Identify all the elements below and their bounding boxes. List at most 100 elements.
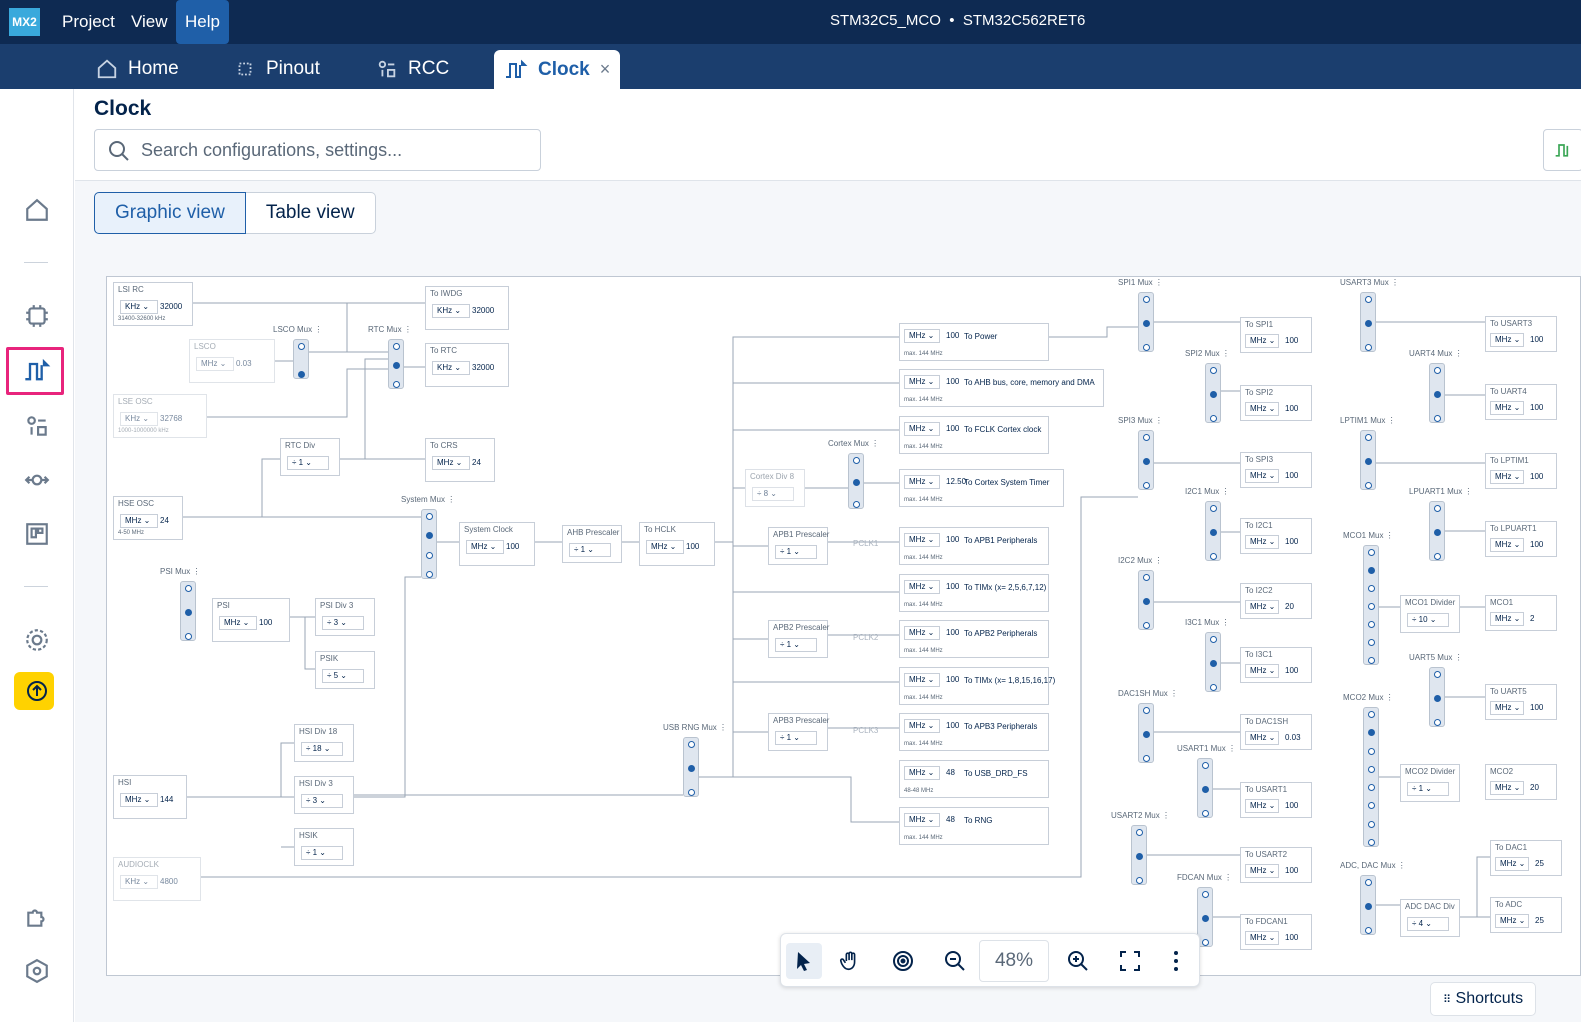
i2c1-mux-radio[interactable]: [1210, 529, 1217, 536]
lsco-mux-radio[interactable]: [298, 371, 305, 378]
spi1-mux-radio[interactable]: [1143, 296, 1150, 303]
spi2-mux-radio[interactable]: [1210, 415, 1217, 422]
output-9[interactable]: MHz ⌄ 48 To USB_DRD_FS 48-48 MHz: [899, 760, 1049, 798]
lse-osc[interactable]: LSE OSC KHz ⌄ 32768 1000-1000000 kHz: [113, 394, 207, 438]
i3c1-mux-radio[interactable]: [1210, 684, 1217, 691]
tab-rcc[interactable]: RCC: [376, 58, 449, 80]
cortex-mux-radio[interactable]: [853, 479, 860, 486]
lptim1-mux-radio[interactable]: [1365, 482, 1372, 489]
lsco[interactable]: LSCO MHz ⌄ 0.03: [189, 339, 275, 383]
mco2-divider[interactable]: MCO2 Divider ÷ 1 ⌄: [1400, 764, 1460, 802]
periph-14[interactable]: MCO1 MHz ⌄ 2: [1485, 595, 1557, 631]
system-mux[interactable]: [421, 509, 437, 579]
to-iwdg[interactable]: To IWDG KHz ⌄ 32000: [425, 286, 509, 330]
mco2-mux-radio[interactable]: [1368, 729, 1375, 737]
mco2-mux-radio[interactable]: [1368, 802, 1375, 810]
usart3-mux-radio[interactable]: [1365, 344, 1372, 351]
mco1-divider[interactable]: MCO1 Divider ÷ 10 ⌄: [1400, 595, 1460, 633]
periph-9[interactable]: To FDCAN1 MHz ⌄ 100: [1240, 914, 1312, 950]
rtc-mux-radio[interactable]: [393, 381, 400, 388]
mco1-mux-radio[interactable]: [1368, 657, 1375, 664]
psi-mux-radio[interactable]: [185, 585, 192, 592]
usart1-mux-radio[interactable]: [1202, 810, 1209, 817]
uart5-mux[interactable]: [1429, 667, 1445, 727]
sidebar-settings-gear-icon[interactable]: [22, 625, 52, 655]
lpuart1-mux-radio[interactable]: [1434, 505, 1441, 512]
output-1[interactable]: MHz ⌄ 100 To AHB bus, core, memory and DMA…: [899, 369, 1104, 407]
dac1sh-mux[interactable]: [1138, 703, 1154, 763]
sidebar-clock-icon[interactable]: [22, 356, 52, 386]
lptim1-mux-radio[interactable]: [1365, 458, 1372, 465]
tab-pinout[interactable]: Pinout: [234, 58, 320, 80]
cortex-mux-radio[interactable]: [853, 457, 860, 464]
menu-view[interactable]: View: [131, 0, 168, 44]
lpuart1-mux-radio[interactable]: [1434, 529, 1441, 536]
rtc-div[interactable]: RTC Div ÷ 1 ⌄: [280, 438, 340, 476]
periph-10[interactable]: To USART3 MHz ⌄ 100: [1485, 316, 1557, 352]
graphic-view-button[interactable]: Graphic view: [94, 192, 246, 234]
spi3-mux[interactable]: [1138, 430, 1154, 490]
sidebar-plugin-icon[interactable]: [22, 902, 52, 932]
apb2-prescaler[interactable]: APB2 Prescaler ÷ 1 ⌄: [768, 620, 829, 658]
cortex-mux-radio[interactable]: [853, 501, 860, 508]
lsi-rc[interactable]: LSI RC KHz ⌄ 32000 31400-32600 kHz: [113, 282, 193, 326]
menu-help[interactable]: Help: [176, 0, 229, 44]
i2c2-mux[interactable]: [1138, 570, 1154, 630]
more-options-icon[interactable]: [1158, 943, 1194, 979]
periph-8[interactable]: To USART2 MHz ⌄ 100: [1240, 847, 1312, 883]
apb1-prescaler[interactable]: APB1 Prescaler ÷ 1 ⌄: [768, 527, 829, 565]
usb-rng-mux-radio[interactable]: [688, 741, 695, 748]
mco2-mux[interactable]: [1363, 707, 1379, 847]
output-2[interactable]: MHz ⌄ 100 To FCLK Cortex clock max. 144 MHz: [899, 416, 1049, 454]
mco2-mux-radio[interactable]: [1368, 784, 1375, 792]
mco1-mux-radio[interactable]: [1368, 549, 1375, 556]
usart2-mux-radio[interactable]: [1136, 829, 1143, 836]
uart5-mux-radio[interactable]: [1434, 671, 1441, 678]
periph-16[interactable]: MCO2 MHz ⌄ 20: [1485, 764, 1557, 800]
output-10[interactable]: MHz ⌄ 48 To RNG max. 144 MHz: [899, 807, 1049, 845]
i3c1-mux-radio[interactable]: [1210, 636, 1217, 643]
usart1-mux-radio[interactable]: [1202, 786, 1209, 793]
periph-1[interactable]: To SPI2 MHz ⌄ 100: [1240, 385, 1312, 421]
hse-osc[interactable]: HSE OSC MHz ⌄ 24 4-50 MHz: [113, 496, 183, 540]
select-pointer-icon[interactable]: [786, 943, 822, 979]
clock-wizard-button[interactable]: [1543, 129, 1581, 171]
sidebar-peripheral-icon[interactable]: [22, 411, 52, 441]
cortex-div8[interactable]: Cortex Div 8 ÷ 8 ⌄: [745, 469, 805, 507]
to-rtc[interactable]: To RTC KHz ⌄ 32000: [425, 343, 509, 387]
dac1sh-mux-radio[interactable]: [1143, 755, 1150, 762]
dac1sh-mux-radio[interactable]: [1143, 707, 1150, 714]
rtc-mux-radio[interactable]: [393, 362, 400, 369]
periph-13[interactable]: To LPUART1 MHz ⌄ 100: [1485, 521, 1557, 557]
system-mux-radio[interactable]: [426, 513, 433, 520]
to-hclk[interactable]: To HCLK MHz ⌄ 100: [639, 522, 715, 566]
mco1-mux-radio[interactable]: [1368, 603, 1375, 610]
mco2-mux-radio[interactable]: [1368, 711, 1375, 718]
close-icon[interactable]: ×: [600, 59, 611, 80]
mco2-mux-radio[interactable]: [1368, 820, 1375, 828]
adc-dac-mux-radio[interactable]: [1365, 927, 1372, 934]
dac1sh-mux-radio[interactable]: [1143, 731, 1150, 738]
audioclk[interactable]: AUDIOCLK KHz ⌄ 4800: [113, 857, 201, 901]
uart4-mux-radio[interactable]: [1434, 367, 1441, 374]
output-7[interactable]: MHz ⌄ 100 To TIMx (x= 1,8,15,16,17) max. 14…: [899, 667, 1055, 705]
i2c1-mux-radio[interactable]: [1210, 553, 1217, 560]
fdcan-mux-radio[interactable]: [1202, 939, 1209, 946]
spi1-mux-radio[interactable]: [1143, 320, 1150, 327]
search-input[interactable]: Search configurations, settings...: [94, 129, 541, 171]
i2c2-mux-radio[interactable]: [1143, 598, 1150, 605]
psi-mux-radio[interactable]: [185, 609, 192, 616]
periph-15[interactable]: To UART5 MHz ⌄ 100: [1485, 684, 1557, 720]
mco1-mux[interactable]: [1363, 545, 1379, 665]
usart3-mux-radio[interactable]: [1365, 296, 1372, 303]
mco1-mux-radio[interactable]: [1368, 585, 1375, 592]
zoom-out-icon[interactable]: [937, 943, 973, 979]
usb-rng-mux[interactable]: [683, 737, 699, 797]
sidebar-pinout-icon[interactable]: [22, 301, 52, 331]
spi2-mux-radio[interactable]: [1210, 367, 1217, 374]
i2c1-mux[interactable]: [1205, 501, 1221, 561]
clock-tree-canvas[interactable]: LSI RC KHz ⌄ 32000 31400-32600 kHz LSCO MHz ⌄…: [106, 276, 1581, 976]
spi2-mux-radio[interactable]: [1210, 391, 1217, 398]
hsi-div3[interactable]: HSI Div 3 ÷ 3 ⌄: [294, 776, 354, 814]
zoom-in-icon[interactable]: [1060, 943, 1096, 979]
